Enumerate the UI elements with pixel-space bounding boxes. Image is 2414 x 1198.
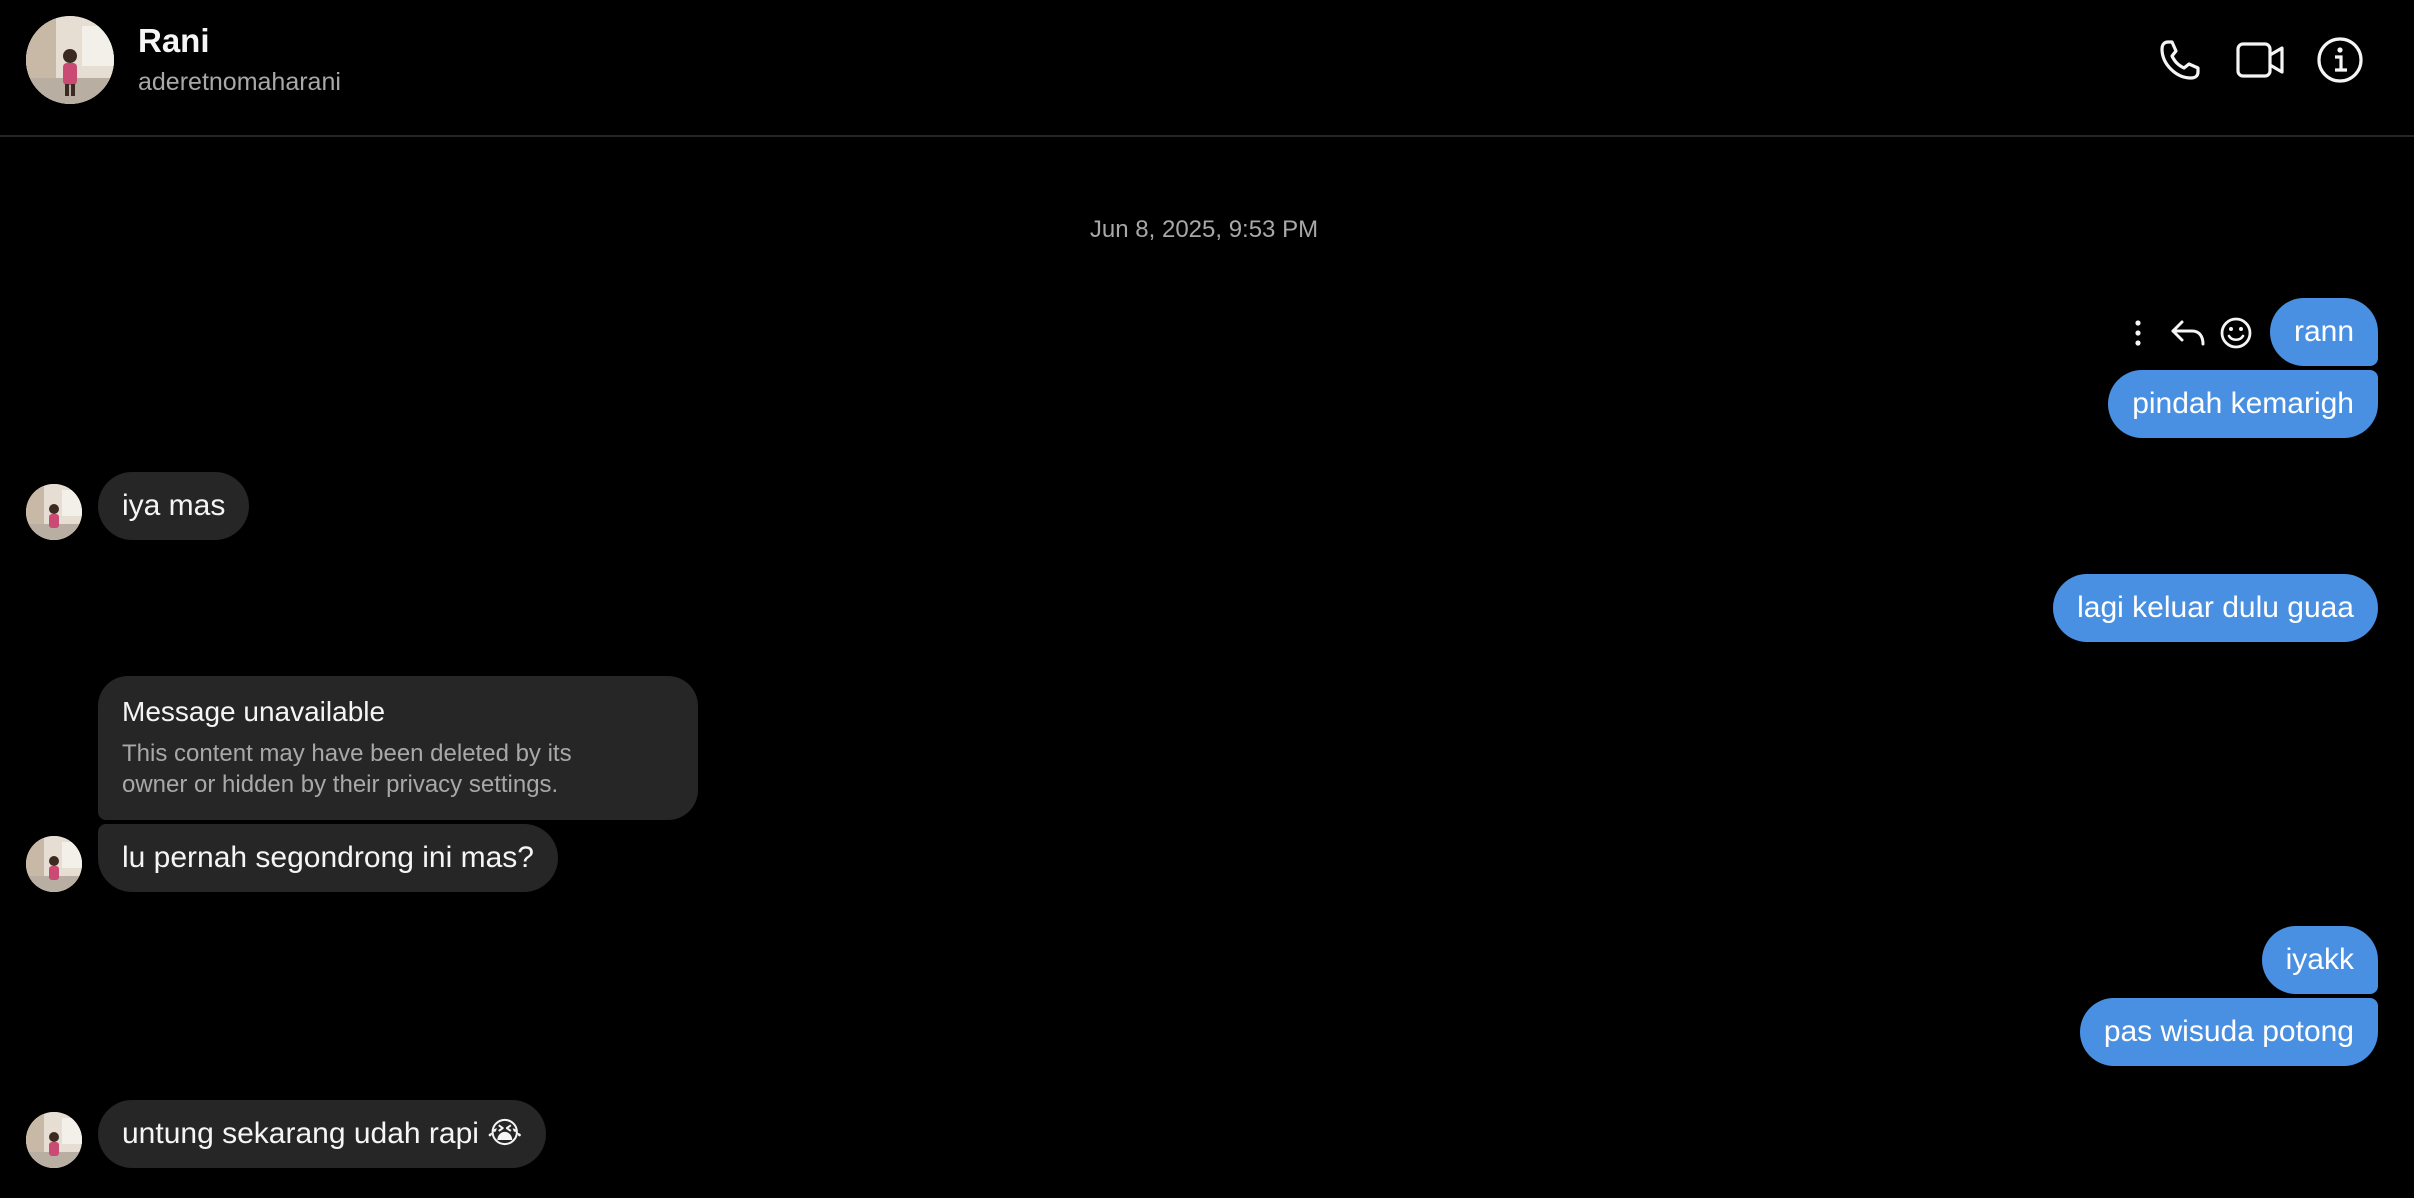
video-camera-icon[interactable]: [2234, 34, 2286, 86]
unavailable-title: Message unavailable: [122, 696, 386, 727]
message-timestamp: Jun 8, 2025, 9:53 PM: [1089, 216, 1319, 243]
profile-avatar[interactable]: [26, 16, 114, 104]
conversation-header: Rani aderetnomaharani: [0, 0, 2414, 137]
outgoing-message[interactable]: lagi keluar dulu guaa: [2053, 574, 2378, 642]
incoming-message[interactable]: untung sekarang udah rapi 😭: [98, 1100, 547, 1168]
sender-photo: [26, 836, 82, 892]
sender-photo: [26, 1112, 82, 1168]
sender-photo: [26, 484, 82, 540]
unavailable-message[interactable]: Message unavailable This content may hav…: [98, 676, 698, 820]
react-emoji-icon[interactable]: [2216, 310, 2256, 356]
reply-icon[interactable]: [2168, 310, 2208, 356]
outgoing-message[interactable]: pas wisuda potong: [2079, 998, 2378, 1066]
sender-avatar[interactable]: [26, 1112, 82, 1168]
phone-icon[interactable]: [2154, 34, 2206, 86]
more-options-icon[interactable]: [2118, 310, 2158, 356]
contact-name[interactable]: Rani: [138, 22, 210, 60]
outgoing-message[interactable]: iyakk: [2261, 926, 2378, 994]
contact-username: aderetnomaharani: [138, 68, 341, 96]
incoming-message[interactable]: lu pernah segondrong ini mas?: [98, 824, 558, 892]
info-icon[interactable]: [2314, 34, 2366, 86]
incoming-message[interactable]: iya mas: [98, 472, 250, 540]
outgoing-message[interactable]: rann: [2269, 298, 2378, 366]
outgoing-message[interactable]: pindah kemarigh: [2108, 370, 2378, 438]
unavailable-description: This content may have been deleted by it…: [122, 740, 572, 798]
sender-avatar[interactable]: [26, 836, 82, 892]
message-hover-actions: [2118, 310, 2260, 356]
sender-avatar[interactable]: [26, 484, 82, 540]
profile-photo: [26, 16, 114, 104]
